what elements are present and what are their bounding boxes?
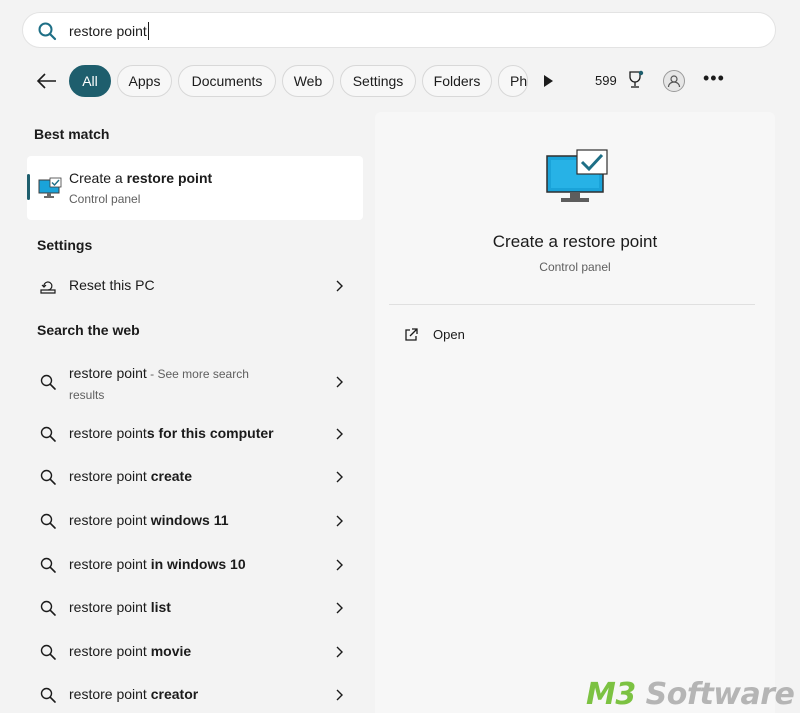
web-result[interactable]: restore point movie: [27, 632, 363, 672]
scroll-right-icon[interactable]: [541, 73, 555, 89]
chevron-right-icon: [336, 280, 343, 292]
search-icon: [40, 600, 56, 616]
search-icon: [40, 426, 56, 442]
web-result[interactable]: restore point create: [27, 457, 363, 497]
chevron-right-icon: [336, 689, 343, 701]
best-match-result[interactable]: Create a restore point Control panel: [27, 156, 363, 220]
reset-pc-icon: [40, 281, 56, 294]
rewards-trophy-icon[interactable]: [626, 70, 644, 90]
chevron-right-icon: [336, 602, 343, 614]
best-match-subtitle: Control panel: [69, 192, 141, 206]
search-icon: [38, 22, 57, 41]
search-bar[interactable]: restore point: [22, 12, 776, 48]
web-result[interactable]: restore point in windows 10: [27, 545, 363, 585]
result-label: restore point in windows 10: [69, 556, 246, 572]
divider: [389, 304, 755, 305]
rewards-points: 599: [595, 73, 617, 88]
more-options-icon[interactable]: •••: [703, 68, 725, 89]
results-panel: Best match Create a restore point Contro…: [0, 110, 370, 713]
web-result-see-more[interactable]: restore point - See more search results: [27, 358, 363, 408]
user-icon: [667, 75, 681, 88]
result-label: restore point creator: [69, 686, 199, 702]
search-icon: [40, 374, 56, 390]
detail-panel: Create a restore point Control panel Ope…: [375, 112, 775, 713]
tab-settings[interactable]: Settings: [340, 65, 416, 97]
result-label: restore point windows 11: [69, 512, 229, 528]
back-arrow-icon[interactable]: [34, 68, 60, 94]
chevron-right-icon: [336, 471, 343, 483]
detail-subtitle: Control panel: [539, 260, 611, 274]
tab-folders[interactable]: Folders: [422, 65, 492, 97]
result-label: restore point - See more search results: [69, 365, 249, 402]
web-result[interactable]: restore points for this computer: [27, 414, 363, 454]
settings-heading: Settings: [37, 237, 93, 253]
search-icon: [40, 469, 56, 485]
account-avatar[interactable]: [663, 70, 685, 92]
result-label: restore point list: [69, 599, 171, 615]
text-caret: [147, 22, 149, 40]
search-icon: [40, 687, 56, 703]
search-web-heading: Search the web: [37, 322, 140, 338]
open-label: Open: [433, 327, 465, 342]
m3-software-watermark: M3 Software: [586, 677, 795, 712]
tab-all[interactable]: All: [69, 65, 111, 97]
search-icon: [40, 557, 56, 573]
result-label: restore point movie: [69, 643, 192, 659]
detail-title: Create a restore point: [492, 232, 658, 251]
selection-indicator: [27, 174, 30, 200]
result-label: Reset this PC: [69, 277, 155, 293]
system-restore-icon: [546, 149, 608, 202]
filter-bar: All Apps Documents Web Settings Folders …: [0, 62, 800, 100]
tab-apps[interactable]: Apps: [117, 65, 172, 97]
web-result[interactable]: restore point list: [27, 588, 363, 628]
settings-result-reset-pc[interactable]: Reset this PC: [27, 266, 363, 306]
best-match-title: Create a restore point: [69, 170, 213, 186]
chevron-right-icon: [336, 428, 343, 440]
chevron-right-icon: [336, 515, 343, 527]
tab-documents[interactable]: Documents: [178, 65, 276, 97]
tab-web[interactable]: Web: [282, 65, 334, 97]
web-result[interactable]: restore point windows 11: [27, 501, 363, 541]
search-icon: [40, 513, 56, 529]
best-match-heading: Best match: [34, 126, 110, 142]
search-icon: [40, 644, 56, 660]
open-action[interactable]: Open: [389, 320, 755, 350]
open-external-icon: [405, 328, 418, 341]
result-label: restore points for this computer: [69, 425, 274, 441]
tab-photos[interactable]: Ph: [498, 65, 528, 97]
result-label: restore point create: [69, 468, 192, 484]
search-input[interactable]: restore point: [69, 22, 729, 40]
web-result[interactable]: restore point creator: [27, 675, 363, 713]
chevron-right-icon: [336, 376, 343, 388]
chevron-right-icon: [336, 646, 343, 658]
chevron-right-icon: [336, 559, 343, 571]
system-restore-icon: [38, 177, 62, 198]
